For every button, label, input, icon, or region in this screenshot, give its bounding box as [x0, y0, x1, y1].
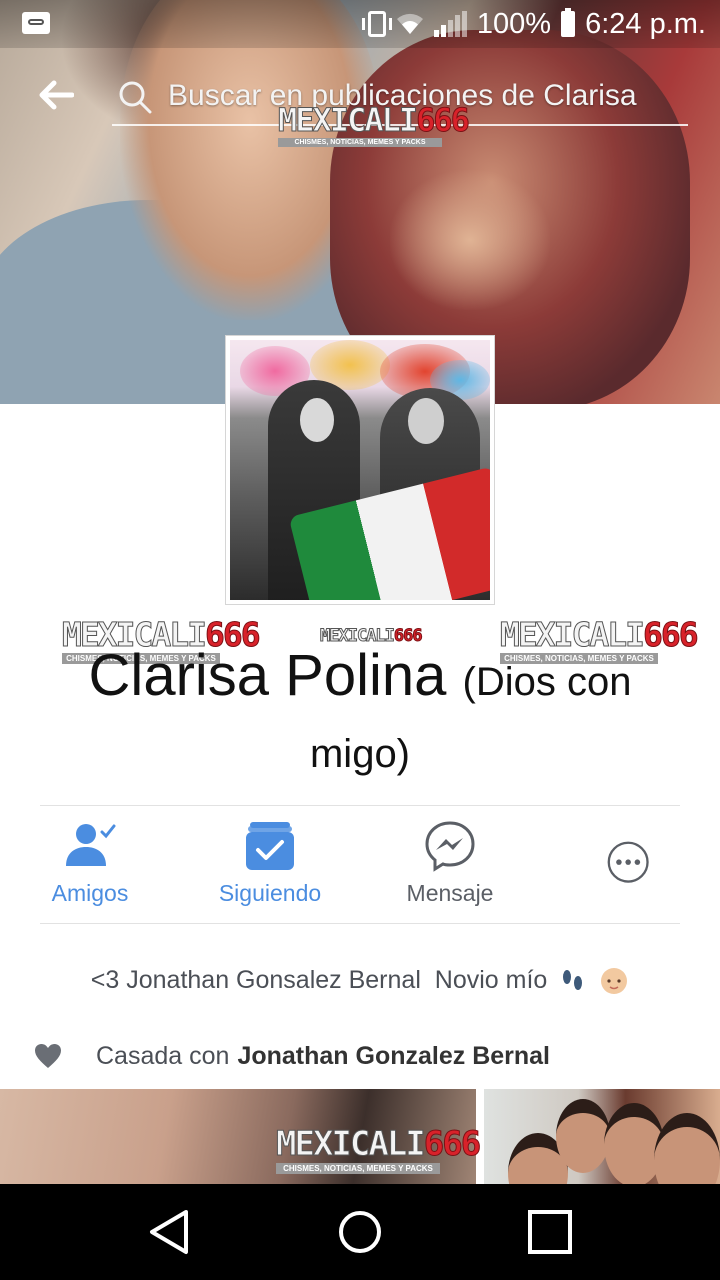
bio-text: <3 Jonathan Gonsalez Bernal Novio mío — [90, 966, 548, 994]
friends-button[interactable]: Amigos — [10, 806, 170, 924]
signal-icon — [433, 11, 467, 37]
following-button[interactable]: Siguiendo — [190, 806, 350, 924]
relationship-status[interactable]: Casada con Jonathan Gonzalez Bernal — [34, 1038, 694, 1074]
status-bar: 100% 6:24 p.m. — [0, 0, 720, 48]
relationship-partner[interactable]: Jonathan Gonzalez Bernal — [237, 1042, 550, 1071]
profile-bio: <3 Jonathan Gonsalez Bernal Novio mío — [0, 966, 720, 996]
profile-name-block: Clarisa Polina (Dios con migo) — [40, 640, 680, 790]
relationship-prefix: Casada con — [96, 1041, 230, 1070]
profile-actions: Amigos Siguiendo Mensaje — [0, 806, 720, 924]
friends-check-icon — [66, 824, 116, 866]
following-check-icon — [246, 822, 294, 870]
profile-alt-name: (Dios con — [462, 660, 632, 704]
profile-alt-name-cont: migo) — [309, 732, 411, 776]
heart-icon — [35, 1044, 61, 1068]
photo-thumbnail[interactable] — [484, 1089, 720, 1184]
footprints-emoji — [563, 970, 583, 991]
vibrate-icon — [361, 11, 392, 37]
search-underline — [112, 124, 688, 126]
message-button[interactable]: Mensaje — [370, 806, 530, 924]
wifi-icon — [396, 13, 423, 34]
battery-icon — [561, 8, 576, 37]
recents-nav-icon[interactable] — [526, 1208, 574, 1256]
profile-picture-frame[interactable] — [225, 335, 495, 605]
divider — [40, 923, 680, 924]
cover-photo-detail — [390, 170, 550, 310]
navigation-bar — [0, 1184, 720, 1280]
battery-percent: 100% — [476, 7, 552, 40]
photo-thumbnail[interactable] — [0, 1089, 476, 1184]
baby-emoji — [601, 968, 628, 995]
back-nav-icon[interactable] — [146, 1208, 194, 1256]
friends-label: Amigos — [51, 880, 129, 906]
following-label: Siguiendo — [218, 880, 322, 906]
back-arrow-icon[interactable] — [38, 80, 74, 110]
search-row: Buscar en publicaciones de Clarisa — [0, 60, 720, 132]
photo-strip — [0, 1089, 720, 1184]
more-icon — [607, 841, 649, 883]
profile-name: Clarisa Polina — [88, 643, 447, 708]
search-input[interactable]: Buscar en publicaciones de Clarisa — [168, 74, 688, 118]
home-nav-icon[interactable] — [336, 1208, 384, 1256]
voicemail-icon — [22, 12, 50, 34]
clock: 6:24 p.m. — [585, 7, 706, 40]
messenger-icon — [425, 821, 475, 872]
more-button[interactable] — [550, 806, 710, 924]
message-label: Mensaje — [406, 880, 494, 906]
search-icon — [119, 81, 152, 114]
profile-picture — [230, 340, 490, 600]
